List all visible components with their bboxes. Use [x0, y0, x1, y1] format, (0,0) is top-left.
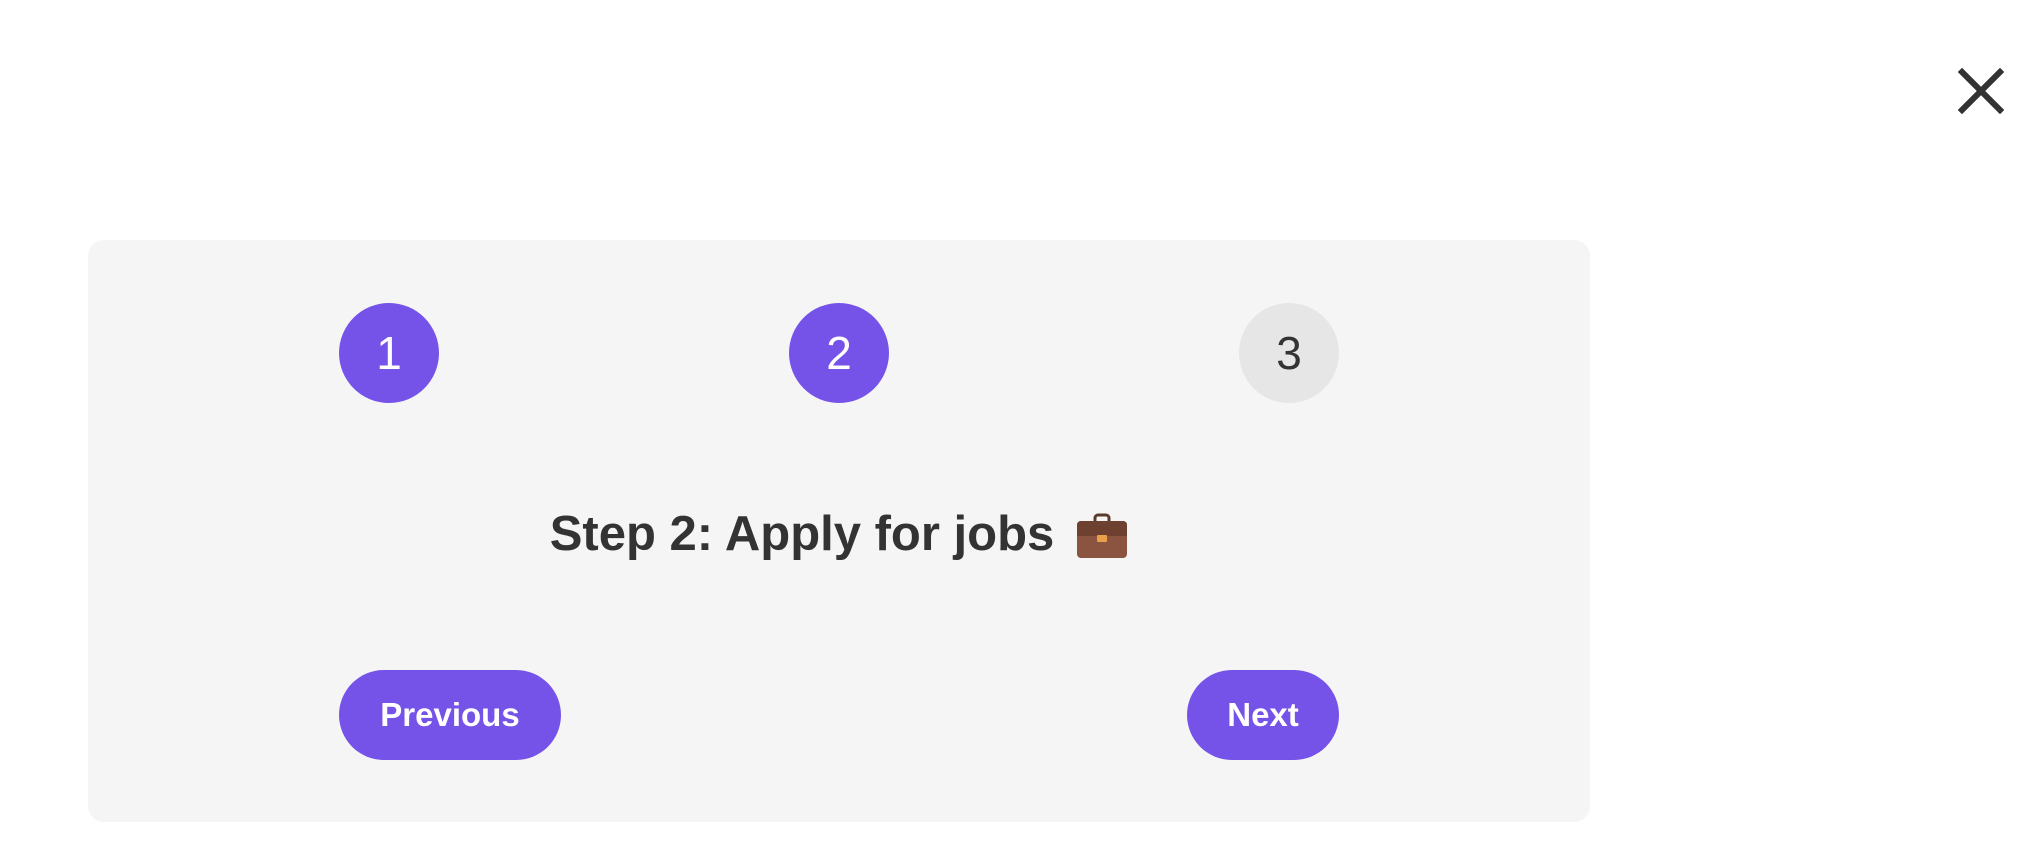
briefcase-icon [1076, 513, 1128, 559]
step-indicator-3: 3 [1239, 303, 1339, 403]
step-heading-text: Step 2: Apply for jobs [549, 507, 1055, 561]
step-number: 1 [376, 327, 402, 379]
step-number: 3 [1276, 327, 1302, 379]
close-icon[interactable] [1958, 68, 2004, 114]
next-button[interactable]: Next [1187, 670, 1339, 760]
step-indicator-2: 2 [789, 303, 889, 403]
close-button[interactable] [1954, 64, 2008, 118]
step-number: 2 [826, 327, 852, 379]
page: 1 2 3 Step 2: Apply for jobs Previous Ne… [0, 0, 2032, 864]
step-heading: Step 2: Apply for jobs [88, 506, 1590, 562]
wizard-card: 1 2 3 Step 2: Apply for jobs Previous Ne… [88, 240, 1590, 822]
step-indicator-1: 1 [339, 303, 439, 403]
previous-button[interactable]: Previous [339, 670, 561, 760]
